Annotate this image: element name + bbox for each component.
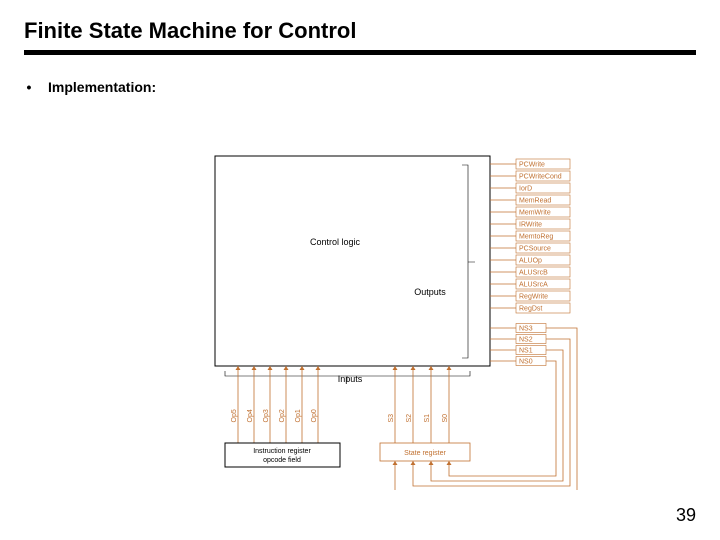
inputs-label: Inputs — [338, 374, 363, 384]
title-underline — [24, 50, 696, 55]
bullet-label: Implementation: — [48, 79, 156, 95]
arrowhead-icon — [429, 461, 434, 465]
opcode-input-label: Op5 — [231, 409, 238, 422]
output-signal-label: PCWriteCond — [519, 174, 562, 181]
state-input-label: S2 — [406, 414, 413, 423]
output-signal-label: PCSource — [519, 246, 551, 253]
opcode-input-label: Op4 — [247, 409, 254, 422]
output-signal-label: IorD — [519, 186, 532, 193]
bullet-dot: • — [24, 79, 34, 95]
output-signal-label: RegWrite — [519, 294, 548, 301]
output-signal-label: IRWrite — [519, 222, 542, 229]
state-input-label: S1 — [424, 414, 431, 423]
arrowhead-icon — [411, 366, 416, 370]
ns-signal-label: NS2 — [519, 337, 533, 344]
state-register-label: State register — [404, 450, 446, 457]
opcode-input-label: Op3 — [263, 409, 270, 422]
arrowhead-icon — [252, 366, 257, 370]
output-signal-label: PCWrite — [519, 162, 545, 169]
output-signal-label: MemWrite — [519, 210, 551, 217]
page-number: 39 — [676, 505, 696, 526]
opcode-field-label-2: opcode field — [263, 457, 301, 464]
ns-signal-label: NS3 — [519, 326, 533, 333]
output-signal-label: ALUSrcB — [519, 270, 548, 277]
control-logic-block — [215, 156, 490, 366]
arrowhead-icon — [316, 366, 321, 370]
arrowhead-icon — [429, 366, 434, 370]
state-input-label: S0 — [442, 414, 449, 423]
arrowhead-icon — [236, 366, 241, 370]
output-signal-label: MemRead — [519, 198, 551, 205]
page-title: Finite State Machine for Control — [24, 18, 696, 44]
bullet-item: • Implementation: — [24, 79, 696, 95]
opcode-input-label: Op2 — [279, 409, 286, 422]
opcode-input-label: Op0 — [311, 409, 318, 422]
fsm-diagram: Control logic Outputs Inputs PCWrite PCWr… — [200, 150, 620, 490]
arrowhead-icon — [268, 366, 273, 370]
arrowhead-icon — [447, 366, 452, 370]
arrowhead-icon — [393, 461, 398, 465]
output-signal-label: MemtoReg — [519, 234, 553, 241]
outputs-label: Outputs — [414, 287, 446, 297]
state-input-label: S3 — [388, 414, 395, 423]
arrowhead-icon — [447, 461, 452, 465]
arrowhead-icon — [411, 461, 416, 465]
ns-signal-label: NS1 — [519, 348, 533, 355]
opcode-input-label: Op1 — [295, 409, 302, 422]
arrowhead-icon — [284, 366, 289, 370]
control-logic-label: Control logic — [310, 237, 361, 247]
ns-signal-label: NS0 — [519, 359, 533, 366]
output-signal-label: RegDst — [519, 306, 542, 313]
arrowhead-icon — [393, 366, 398, 370]
output-signal-label: ALUOp — [519, 258, 542, 265]
output-signal-label: ALUSrcA — [519, 282, 548, 289]
arrowhead-icon — [300, 366, 305, 370]
opcode-field-label-1: Instruction register — [253, 448, 311, 455]
